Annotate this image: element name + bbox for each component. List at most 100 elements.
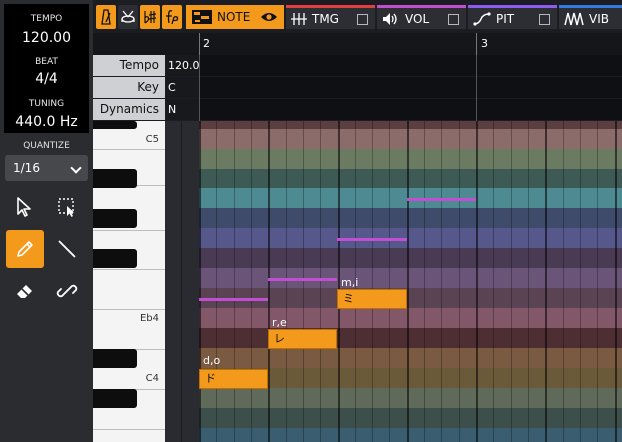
key-label-eb4: Eb4	[139, 313, 159, 324]
piano-roll-icon	[192, 10, 212, 24]
step-gridline	[511, 121, 512, 442]
dynamics-track-lane[interactable]	[199, 99, 622, 120]
tab-pit-checkbox[interactable]	[539, 14, 550, 25]
pitch-curve-segment	[407, 198, 476, 201]
unlink-tool-button[interactable]	[48, 272, 86, 310]
black-key[interactable]	[93, 389, 137, 408]
black-key[interactable]	[93, 121, 137, 129]
black-key[interactable]	[93, 249, 137, 268]
step-gridline	[372, 121, 373, 442]
metronome-icon	[101, 9, 111, 25]
black-key[interactable]	[93, 169, 137, 188]
beat-gridline	[615, 121, 617, 442]
step-gridline	[286, 121, 287, 442]
step-gridline	[493, 121, 494, 442]
eraser-icon	[17, 285, 32, 298]
beat-gridline	[268, 121, 270, 442]
tempo-label: TEMPO	[30, 14, 63, 24]
rect-select-tool-button[interactable]	[48, 188, 86, 226]
line-tool-button[interactable]	[48, 230, 86, 268]
dynamics-button[interactable]	[162, 5, 182, 29]
beat-value[interactable]: 4/4	[4, 71, 89, 87]
quantize-value: 1/16	[13, 161, 40, 175]
step-gridline	[424, 121, 425, 442]
step-gridline	[251, 121, 252, 442]
drum-icon	[121, 10, 135, 23]
dynamics-track-value[interactable]: N	[166, 99, 199, 120]
note-block-re[interactable]: レ	[268, 329, 337, 349]
note-block-mi[interactable]: ミ	[337, 289, 407, 309]
timing-icon	[291, 12, 307, 25]
tuning-value[interactable]: 440.0 Hz	[4, 114, 89, 130]
timeline-ruler[interactable]: 2 3	[199, 33, 622, 55]
step-gridline	[597, 121, 598, 442]
eye-icon[interactable]	[260, 11, 278, 23]
pencil-tool-button[interactable]	[6, 230, 44, 268]
tempo-value[interactable]: 120.00	[4, 30, 89, 46]
accidental-button[interactable]	[140, 5, 160, 29]
tab-pit[interactable]: PIT	[468, 5, 557, 29]
tab-vib-label: VIB	[589, 11, 609, 26]
left-panel: TEMPO 120.00 BEAT 4/4 TUNING 440.0 Hz QU…	[0, 0, 93, 442]
pencil-icon	[17, 241, 33, 257]
tab-vib[interactable]: VIB	[559, 5, 622, 29]
tab-vol[interactable]: VOL	[377, 5, 466, 29]
step-gridline	[389, 121, 390, 442]
step-gridline	[234, 121, 235, 442]
speaker-icon	[383, 12, 397, 25]
piano-keyboard[interactable]: C5 Eb4 C4	[93, 121, 165, 442]
eraser-tool-button[interactable]	[6, 272, 44, 310]
tuning-label: TUNING	[28, 99, 65, 109]
vibrato-icon	[564, 12, 584, 25]
tempo-track-lane[interactable]	[199, 55, 622, 76]
pitch-curve-segment	[268, 278, 337, 281]
step-gridline	[563, 121, 564, 442]
beat-gridline	[407, 121, 409, 442]
key-track-value[interactable]: C	[166, 77, 199, 98]
quantize-select[interactable]: 1/16	[5, 155, 88, 181]
step-gridline	[441, 121, 442, 442]
forte-piano-icon	[166, 10, 179, 25]
sharp-flat-icon	[144, 11, 157, 24]
song-info-box: TEMPO 120.00 BEAT 4/4 TUNING 440.0 Hz	[4, 4, 89, 133]
tempo-track-label: Tempo	[93, 55, 165, 76]
line-icon	[58, 240, 76, 258]
measure-3-label: 3	[481, 37, 488, 50]
key-label-c4: C4	[145, 373, 159, 384]
step-gridline	[580, 121, 581, 442]
tab-note-label: NOTE	[217, 10, 251, 24]
tab-vol-label: VOL	[405, 11, 430, 26]
chevron-down-icon	[70, 162, 82, 174]
pitch-curve-segment	[199, 298, 268, 301]
ruler-corner	[93, 33, 199, 55]
tab-tmg[interactable]: TMG	[286, 5, 375, 29]
step-gridline	[459, 121, 460, 442]
tab-tmg-label: TMG	[312, 11, 339, 26]
note-block-do[interactable]: ド	[199, 369, 268, 389]
tempo-track-value[interactable]: 120.0	[166, 55, 200, 76]
black-key[interactable]	[93, 209, 137, 228]
tab-note[interactable]: NOTE	[186, 5, 284, 29]
select-tool-button[interactable]	[6, 188, 44, 226]
link-break-icon	[56, 284, 78, 298]
tab-tmg-checkbox[interactable]	[357, 14, 368, 25]
beat-gridline	[476, 121, 478, 442]
note-lyric-do: d,o	[203, 354, 221, 367]
pitch-curve-icon	[473, 11, 491, 26]
note-grid[interactable]: d,o ド r,e レ m,i ミ	[199, 121, 622, 442]
beat-label: BEAT	[35, 57, 58, 67]
drum-button[interactable]	[118, 5, 138, 29]
key-track-lane[interactable]	[199, 77, 622, 98]
note-lyric-mi: m,i	[341, 276, 359, 289]
step-gridline	[320, 121, 321, 442]
black-key[interactable]	[93, 349, 137, 368]
step-gridline	[216, 121, 217, 442]
tab-vol-checkbox[interactable]	[448, 14, 459, 25]
dynamics-track-label: Dynamics	[93, 99, 165, 120]
beat-gridline	[199, 121, 201, 442]
note-lyric-re: r,e	[272, 316, 287, 329]
beat-gridline	[545, 121, 547, 442]
tab-pit-label: PIT	[496, 11, 515, 26]
metronome-button[interactable]	[96, 5, 116, 29]
select-arrow-icon	[17, 197, 31, 217]
